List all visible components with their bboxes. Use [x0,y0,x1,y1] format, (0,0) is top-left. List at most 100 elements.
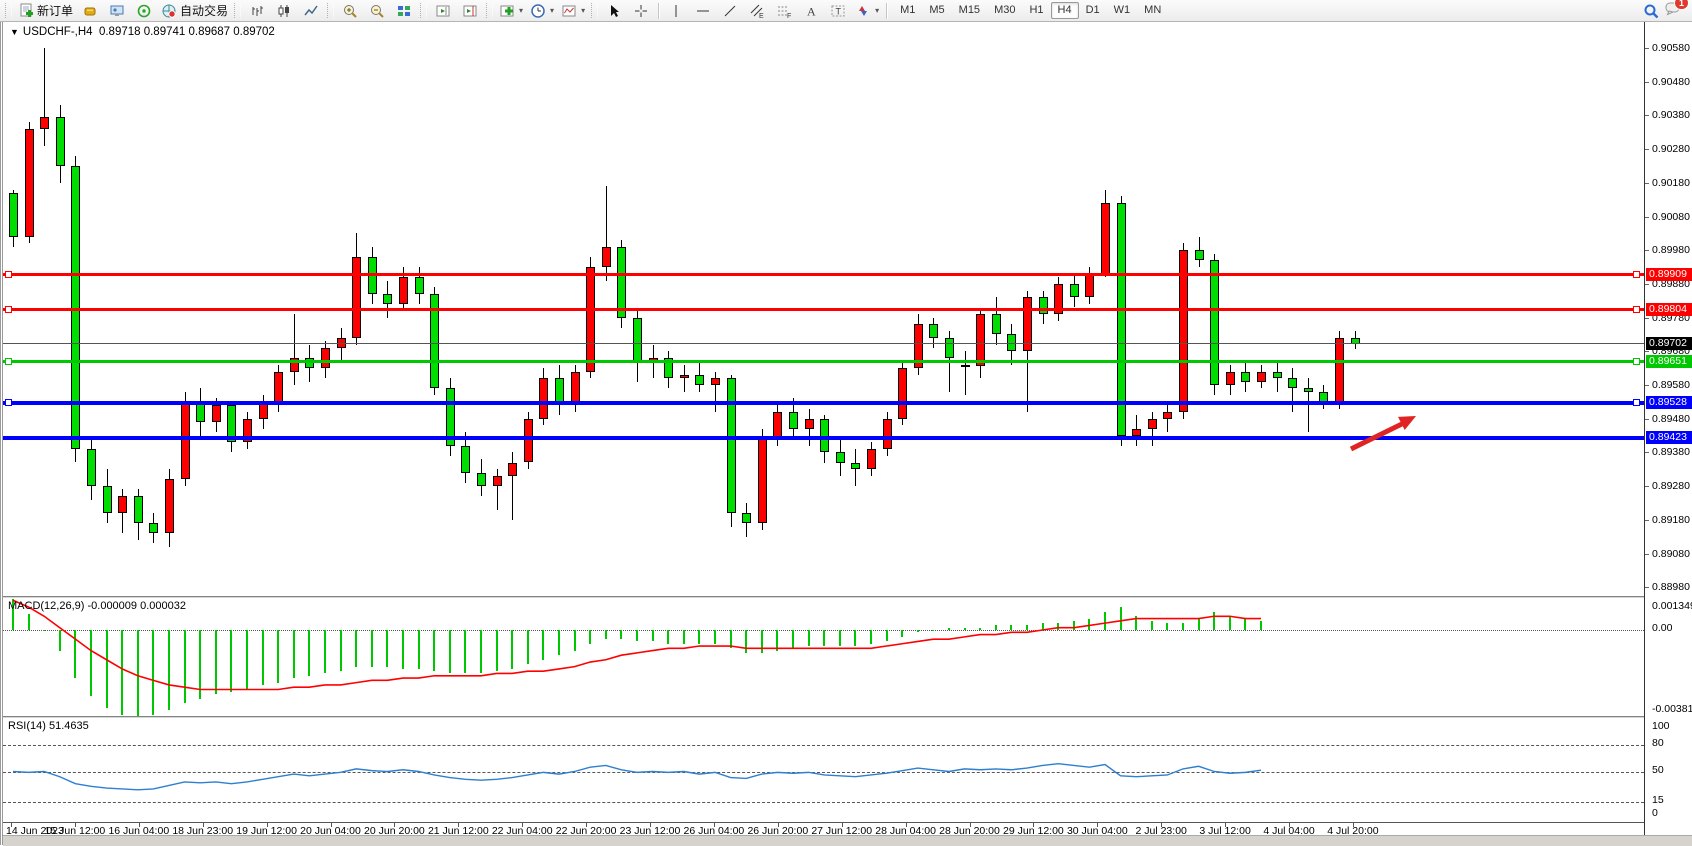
candle-wick [965,351,966,395]
macd-axis-label: 0.00 [1652,623,1672,634]
vertical-line-button[interactable] [663,0,689,22]
macd-histogram-bar [1088,619,1090,630]
horizontal-line-button[interactable] [690,0,716,22]
arrows-button[interactable]: ▾ [852,0,882,22]
line-endpoint-marker[interactable] [5,399,12,406]
bar-chart-button[interactable] [244,0,270,22]
price-tick-mark [1645,419,1649,420]
timeframe-button-H1[interactable]: H1 [1022,2,1050,19]
macd-histogram-bar [839,630,841,646]
macd-histogram-bar [808,630,810,646]
candle [789,412,798,429]
line-endpoint-marker[interactable] [5,306,12,313]
line-endpoint-marker[interactable] [1633,358,1640,365]
toolbar-separator [886,3,887,19]
fibonacci-button[interactable]: F [771,0,797,22]
candle [539,378,548,418]
candle [9,193,18,237]
indicators-button[interactable]: ▾ [496,0,526,22]
horizontal-line[interactable] [3,401,1644,405]
text-button[interactable]: A [798,0,824,22]
timeframe-button-M30[interactable]: M30 [987,2,1022,19]
crosshair-button[interactable] [628,0,654,22]
candle [961,365,970,367]
macd-histogram-bar [979,628,981,630]
styler-button[interactable] [77,0,103,22]
text-label-button[interactable]: T [825,0,851,22]
chart-shift-button[interactable] [457,0,483,22]
time-axis[interactable]: 14 Jun 202315 Jun 12:0016 Jun 04:0018 Ju… [3,822,1644,836]
price-axis[interactable]: 0.899090.898040.897020.896510.895280.894… [1644,22,1692,835]
timeframe-button-M15[interactable]: M15 [952,2,987,19]
timeframe-button-MN[interactable]: MN [1137,2,1168,19]
macd-histogram-bar [28,614,30,630]
arrows-icon [855,3,871,19]
price-tag: 0.89528 [1646,396,1692,409]
candle [134,496,143,523]
chat-button[interactable]: 1 [1665,0,1683,21]
cursor-button[interactable] [601,0,627,22]
periods-button[interactable]: ▾ [527,0,557,22]
templates-button[interactable]: ▾ [558,0,588,22]
chart-window: ▼USDCHF-,H4 0.89718 0.89741 0.89687 0.89… [0,22,1692,845]
rsi-axis-label: 80 [1652,738,1664,749]
line-endpoint-marker[interactable] [1633,306,1640,313]
candle [883,419,892,449]
chevron-down-icon[interactable]: ▾ [550,6,554,15]
price-tick-mark [1645,217,1649,218]
macd-histogram-bar [199,630,201,699]
horizontal-line[interactable] [3,436,1644,440]
candle [383,294,392,304]
price-tick-label: 0.90480 [1652,77,1690,88]
chevron-down-icon[interactable]: ▾ [581,6,585,15]
macd-histogram-bar [620,630,622,639]
main-chart-pane[interactable]: ▼USDCHF-,H4 0.89718 0.89741 0.89687 0.89… [3,22,1644,596]
auto-trading-button[interactable]: 自动交易 [158,0,231,22]
line-chart-button[interactable] [298,0,324,22]
svg-text:E: E [759,13,764,19]
horizontal-line[interactable] [3,273,1644,276]
one-click-toggle-icon[interactable]: ▼ [10,27,19,37]
trendline-icon [722,3,738,19]
zoom-out-button[interactable] [364,0,390,22]
zoom-in-button[interactable] [337,0,363,22]
candlestick-chart-button[interactable] [271,0,297,22]
timeframe-button-W1[interactable]: W1 [1107,2,1138,19]
price-tick-mark [1645,284,1649,285]
horizontal-line[interactable] [3,308,1644,311]
chevron-down-icon[interactable]: ▾ [519,6,523,15]
candle [680,375,689,378]
timeframe-button-H4[interactable]: H4 [1051,2,1079,19]
timeframe-button-M5[interactable]: M5 [922,2,951,19]
macd-histogram-bar [152,630,154,715]
candle [524,419,533,463]
timeframe-button-M1[interactable]: M1 [893,2,922,19]
line-endpoint-marker[interactable] [1633,271,1640,278]
line-endpoint-marker[interactable] [5,358,12,365]
tile-windows-button[interactable] [391,0,417,22]
price-tick-label: 0.90080 [1652,212,1690,223]
crosshair-icon [633,3,649,19]
horizontal-line[interactable] [3,360,1644,363]
candle [352,257,361,338]
price-tag: 0.89804 [1646,303,1692,316]
candle [493,476,502,486]
macd-histogram-bar [652,630,654,641]
trendline-button[interactable] [717,0,743,22]
auto-scroll-button[interactable] [430,0,456,22]
timeframe-button-D1[interactable]: D1 [1079,2,1107,19]
rsi-pane[interactable]: RSI(14) 51.4635 [3,716,1644,822]
macd-histogram-bar [511,630,513,669]
equidistant-channel-button[interactable]: E [744,0,770,22]
chevron-down-icon[interactable]: ▾ [875,6,879,15]
price-tick-mark [1645,520,1649,521]
signals-icon [136,3,152,19]
signals-button[interactable] [131,0,157,22]
new-order-button[interactable]: 新订单 [15,0,76,22]
line-endpoint-marker[interactable] [1633,399,1640,406]
macd-pane[interactable]: MACD(12,26,9) -0.000009 0.000032 [3,596,1644,716]
line-endpoint-marker[interactable] [5,271,12,278]
bid-line[interactable] [3,343,1644,344]
market-watch-button[interactable] [104,0,130,22]
search-icon[interactable] [1643,3,1659,19]
